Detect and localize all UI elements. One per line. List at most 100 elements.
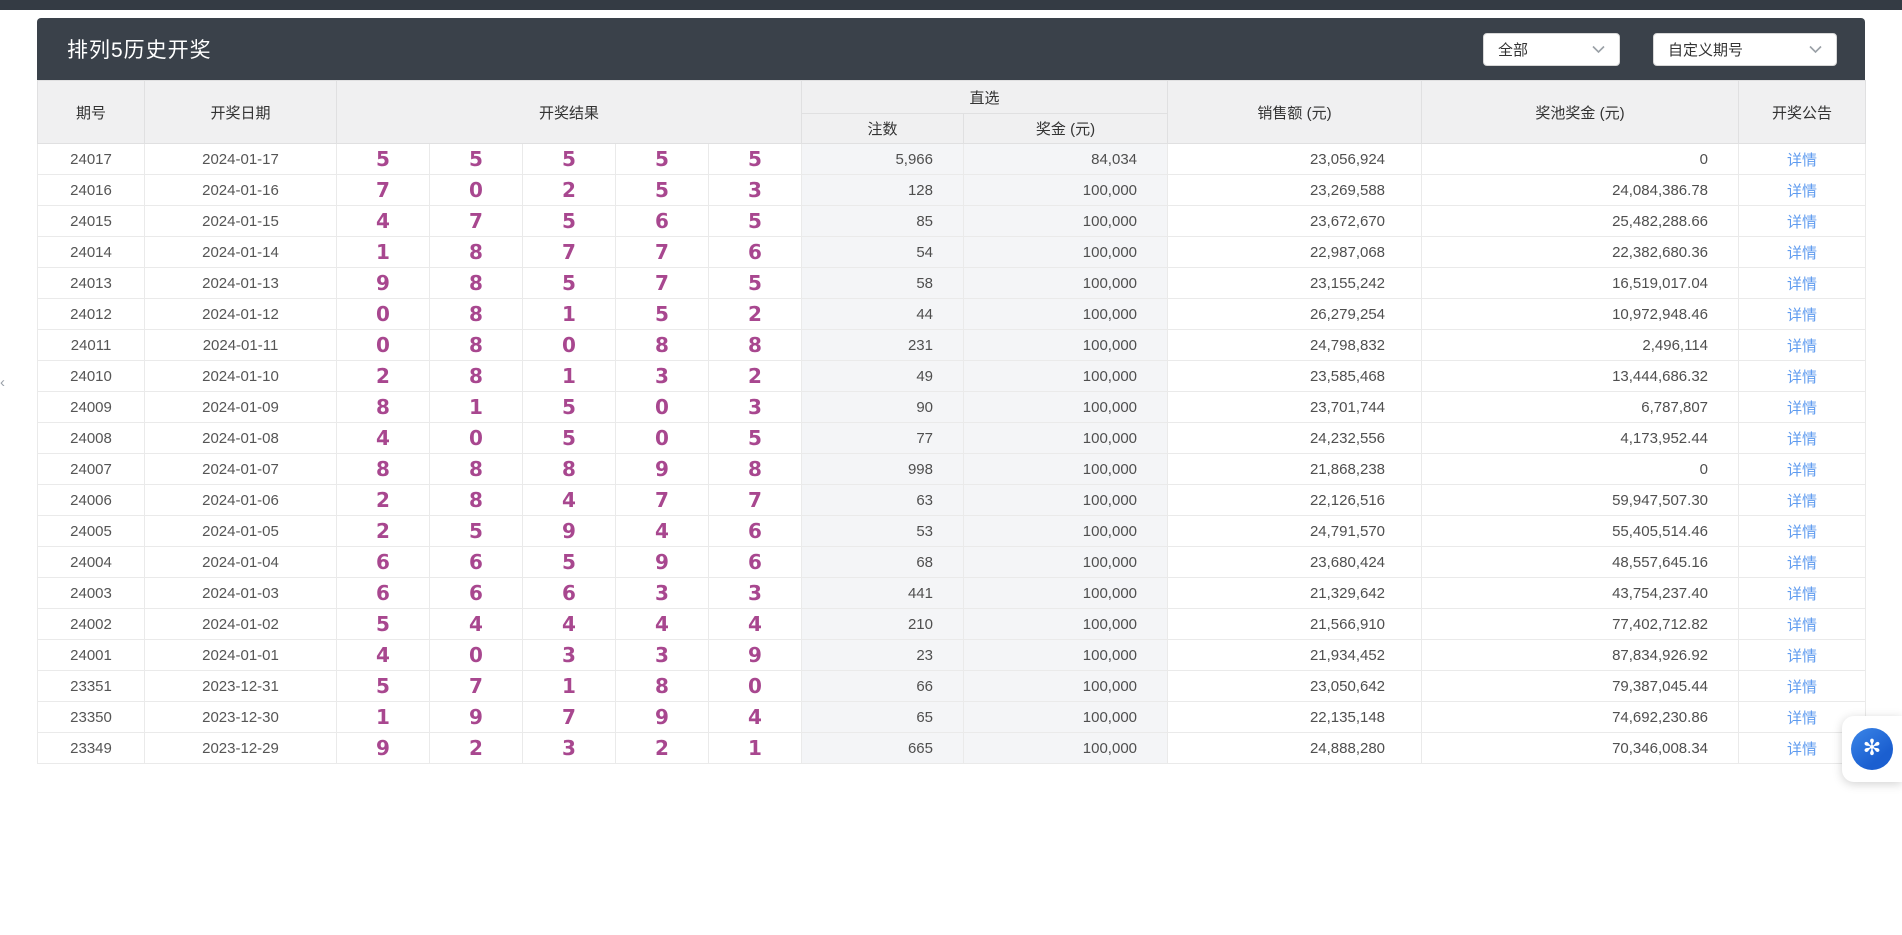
cell-bets: 53 (802, 516, 964, 547)
cell-bets: 85 (802, 206, 964, 237)
detail-link[interactable]: 详情 (1787, 369, 1817, 386)
filter-dropdown-issue-range[interactable]: 自定义期号 (1653, 33, 1837, 66)
cell-digit-4: 8 (616, 330, 709, 361)
detail-link[interactable]: 详情 (1787, 307, 1817, 324)
cell-prize: 100,000 (964, 671, 1168, 702)
detail-link[interactable]: 详情 (1787, 338, 1817, 355)
detail-link[interactable]: 详情 (1787, 214, 1817, 231)
cell-bets: 58 (802, 268, 964, 299)
cell-digit-5: 1 (709, 733, 802, 764)
chevron-down-icon (1809, 45, 1822, 54)
cell-digit-2: 9 (430, 702, 523, 733)
detail-link[interactable]: 详情 (1787, 555, 1817, 572)
cell-sales: 24,888,280 (1168, 733, 1422, 764)
cell-digit-4: 4 (616, 609, 709, 640)
cell-digit-2: 8 (430, 299, 523, 330)
header-zhixuan-group: 直选 (802, 81, 1168, 114)
detail-link[interactable]: 详情 (1787, 276, 1817, 293)
cell-sales: 26,279,254 (1168, 299, 1422, 330)
cell-date: 2024-01-02 (145, 609, 337, 640)
detail-link[interactable]: 详情 (1787, 431, 1817, 448)
cell-prize: 100,000 (964, 299, 1168, 330)
cell-jackpot: 48,557,645.16 (1422, 547, 1739, 578)
cell-digit-1: 1 (337, 237, 430, 268)
cell-digit-4: 7 (616, 268, 709, 299)
cell-digit-5: 5 (709, 423, 802, 454)
cell-digit-2: 8 (430, 454, 523, 485)
cell-digit-1: 0 (337, 299, 430, 330)
cell-digit-3: 7 (523, 237, 616, 268)
cell-digit-4: 3 (616, 578, 709, 609)
cell-digit-2: 7 (430, 671, 523, 702)
cell-jackpot: 0 (1422, 144, 1739, 175)
cell-bets: 128 (802, 175, 964, 206)
detail-link[interactable]: 详情 (1787, 245, 1817, 262)
detail-link[interactable]: 详情 (1787, 617, 1817, 634)
cell-digit-4: 4 (616, 516, 709, 547)
lottery-history-panel: 排列5历史开奖 全部 自定义期号 (37, 18, 1865, 764)
cell-digit-1: 6 (337, 578, 430, 609)
cell-digit-3: 2 (523, 175, 616, 206)
cell-digit-1: 1 (337, 702, 430, 733)
detail-link[interactable]: 详情 (1787, 493, 1817, 510)
detail-link[interactable]: 详情 (1787, 586, 1817, 603)
cell-prize: 100,000 (964, 516, 1168, 547)
cell-bets: 66 (802, 671, 964, 702)
cell-digit-1: 5 (337, 671, 430, 702)
service-swirl-icon: ✻ (1851, 728, 1893, 770)
detail-link[interactable]: 详情 (1787, 524, 1817, 541)
left-edge-collapse-icon[interactable]: ‹ (0, 372, 12, 394)
cell-sales: 23,050,642 (1168, 671, 1422, 702)
table-row: 24011 2024-01-11 0 8 0 8 8 231 100,000 2… (38, 330, 1866, 361)
detail-link[interactable]: 详情 (1787, 400, 1817, 417)
cell-digit-2: 8 (430, 485, 523, 516)
cell-issue: 24001 (38, 640, 145, 671)
cell-sales: 23,585,468 (1168, 361, 1422, 392)
cell-sales: 24,232,556 (1168, 423, 1422, 454)
detail-link[interactable]: 详情 (1787, 710, 1817, 727)
header-date: 开奖日期 (145, 81, 337, 144)
cell-digit-2: 1 (430, 392, 523, 423)
cell-announcement: 详情 (1739, 330, 1866, 361)
cell-digit-4: 0 (616, 392, 709, 423)
cell-issue: 24013 (38, 268, 145, 299)
cell-jackpot: 24,084,386.78 (1422, 175, 1739, 206)
cell-announcement: 详情 (1739, 299, 1866, 330)
cell-bets: 65 (802, 702, 964, 733)
cell-announcement: 详情 (1739, 175, 1866, 206)
cell-digit-1: 9 (337, 268, 430, 299)
table-row: 24012 2024-01-12 0 8 1 5 2 44 100,000 26… (38, 299, 1866, 330)
header-sales: 销售额 (元) (1168, 81, 1422, 144)
detail-link[interactable]: 详情 (1787, 462, 1817, 479)
cell-issue: 24009 (38, 392, 145, 423)
cell-digit-1: 4 (337, 423, 430, 454)
cell-announcement: 详情 (1739, 268, 1866, 299)
detail-link[interactable]: 详情 (1787, 648, 1817, 665)
detail-link[interactable]: 详情 (1787, 152, 1817, 169)
cell-date: 2024-01-11 (145, 330, 337, 361)
cell-digit-4: 5 (616, 299, 709, 330)
cell-digit-4: 7 (616, 237, 709, 268)
floating-service-button[interactable]: ✻ (1842, 716, 1902, 782)
detail-link[interactable]: 详情 (1787, 741, 1817, 758)
cell-digit-3: 6 (523, 578, 616, 609)
detail-link[interactable]: 详情 (1787, 679, 1817, 696)
cell-prize: 100,000 (964, 330, 1168, 361)
table-row: 24002 2024-01-02 5 4 4 4 4 210 100,000 2… (38, 609, 1866, 640)
table-row: 23351 2023-12-31 5 7 1 8 0 66 100,000 23… (38, 671, 1866, 702)
cell-issue: 24008 (38, 423, 145, 454)
cell-announcement: 详情 (1739, 423, 1866, 454)
cell-issue: 23349 (38, 733, 145, 764)
cell-digit-2: 8 (430, 268, 523, 299)
cell-date: 2024-01-17 (145, 144, 337, 175)
filter-dropdown-all[interactable]: 全部 (1483, 33, 1620, 66)
cell-digit-2: 0 (430, 175, 523, 206)
cell-bets: 5,966 (802, 144, 964, 175)
cell-sales: 23,701,744 (1168, 392, 1422, 423)
cell-digit-2: 8 (430, 361, 523, 392)
header-issue: 期号 (38, 81, 145, 144)
cell-bets: 23 (802, 640, 964, 671)
cell-bets: 63 (802, 485, 964, 516)
cell-prize: 100,000 (964, 206, 1168, 237)
detail-link[interactable]: 详情 (1787, 183, 1817, 200)
